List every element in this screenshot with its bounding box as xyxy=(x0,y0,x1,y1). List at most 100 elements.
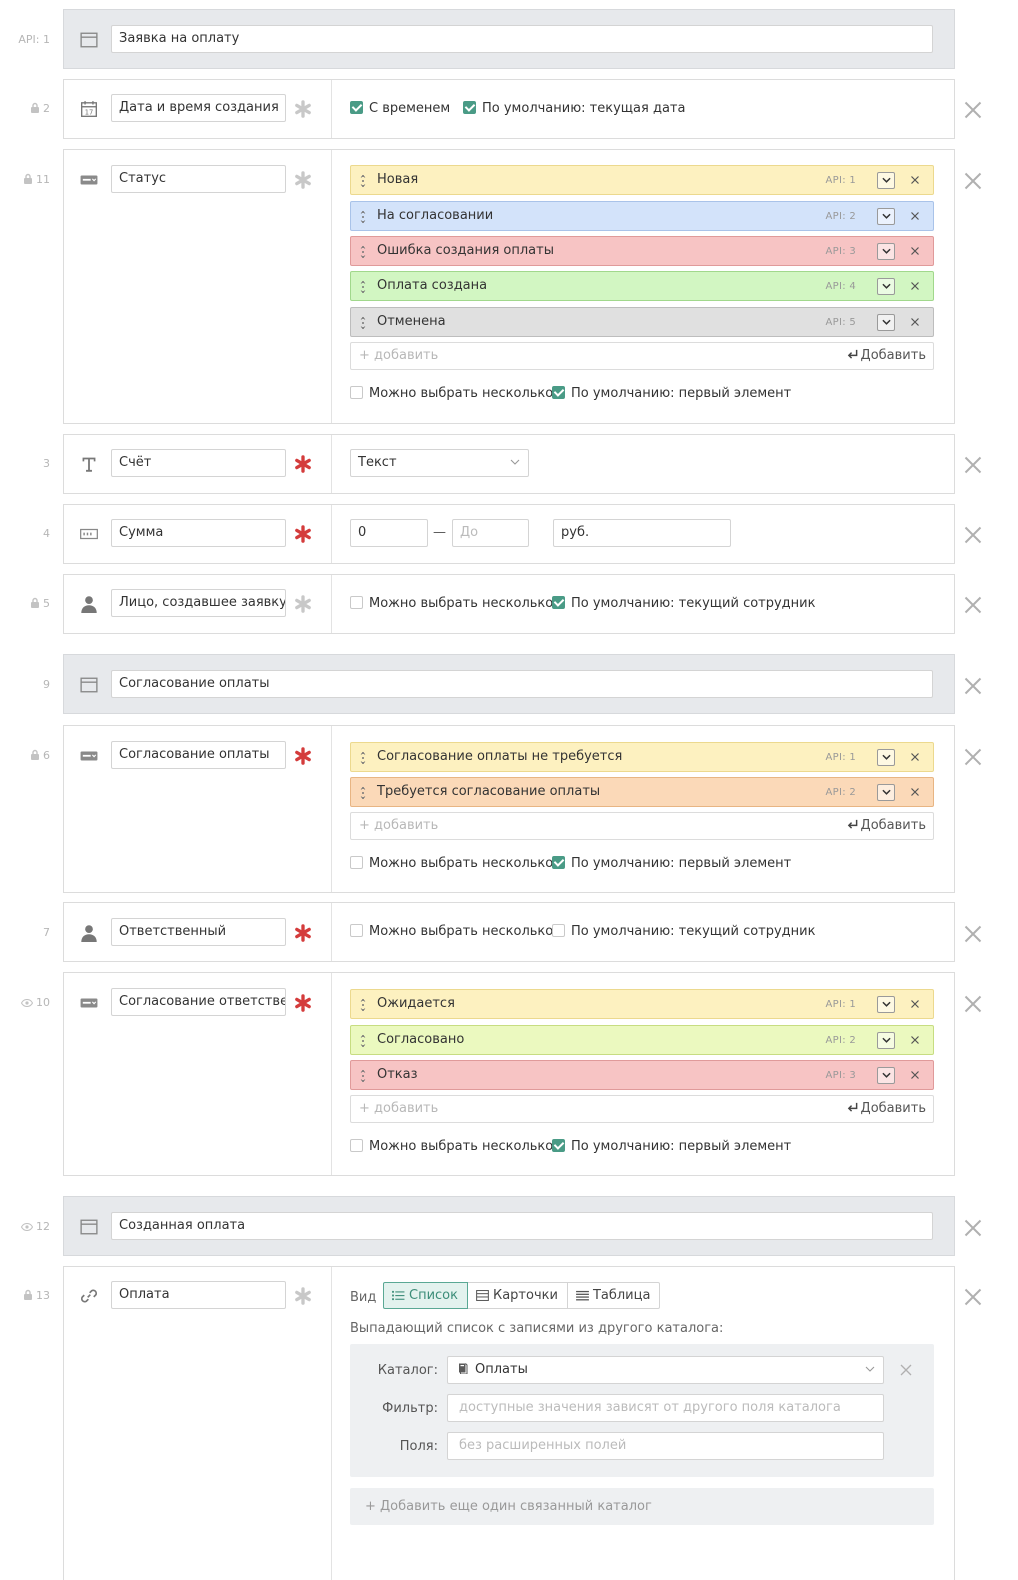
close-icon[interactable] xyxy=(964,748,982,766)
checkbox-unchecked[interactable] xyxy=(350,386,363,399)
checkbox-unchecked[interactable] xyxy=(350,1139,363,1152)
add-option-input[interactable]: + добавить xyxy=(359,813,438,839)
checkbox-checked[interactable] xyxy=(552,1139,565,1152)
close-icon[interactable] xyxy=(964,925,982,943)
field-name-input[interactable]: Согласование оплаты xyxy=(111,670,933,698)
close-icon[interactable] xyxy=(964,995,982,1013)
close-icon[interactable] xyxy=(964,596,982,614)
field-name-input[interactable]: Сумма xyxy=(111,519,286,547)
default-current-user-checkbox[interactable]: По умолчанию: текущий сотрудник xyxy=(552,596,815,612)
add-option-input[interactable]: + добавить xyxy=(359,343,438,369)
default-current-date-checkbox[interactable]: По умолчанию: текущая дата xyxy=(463,101,685,117)
option-row[interactable]: Оплата создана API: 4 xyxy=(350,271,934,301)
color-dropdown-button[interactable] xyxy=(877,314,895,331)
remove-option-icon[interactable] xyxy=(910,246,920,256)
drag-handle-icon[interactable] xyxy=(360,786,366,800)
filter-input[interactable]: доступные значения зависят от другого по… xyxy=(447,1394,884,1422)
required-asterisk-icon[interactable] xyxy=(294,455,312,473)
field-name-input[interactable]: Ответственный xyxy=(111,918,286,946)
required-asterisk-icon[interactable] xyxy=(294,525,312,543)
view-table-button[interactable]: Таблица xyxy=(566,1282,661,1309)
close-icon[interactable] xyxy=(964,172,982,190)
field-name-input[interactable]: Созданная оплата xyxy=(111,1212,933,1240)
view-cards-button[interactable]: Карточки xyxy=(466,1282,568,1309)
with-time-checkbox[interactable]: С временем xyxy=(350,101,450,117)
checkbox-unchecked[interactable] xyxy=(350,856,363,869)
drag-handle-icon[interactable] xyxy=(360,245,366,259)
field-name-input[interactable]: Согласование оплаты xyxy=(111,741,286,769)
option-row[interactable]: Согласование оплаты не требуется API: 1 xyxy=(350,742,934,772)
required-asterisk-icon[interactable] xyxy=(294,924,312,942)
color-dropdown-button[interactable] xyxy=(877,208,895,225)
catalog-select[interactable]: Оплаты xyxy=(447,1356,884,1384)
remove-option-icon[interactable] xyxy=(910,787,920,797)
checkbox-checked[interactable] xyxy=(552,596,565,609)
field-name-input[interactable]: Счёт xyxy=(111,449,286,477)
remove-option-icon[interactable] xyxy=(910,175,920,185)
required-asterisk-icon[interactable] xyxy=(294,747,312,765)
close-icon[interactable] xyxy=(964,1219,982,1237)
option-row[interactable]: Ошибка создания оплаты API: 3 xyxy=(350,236,934,266)
add-option-row[interactable]: + добавить Добавить xyxy=(350,1095,934,1123)
default-first-checkbox[interactable]: По умолчанию: первый элемент xyxy=(552,386,791,402)
view-list-button[interactable]: Список xyxy=(383,1282,468,1309)
close-icon[interactable] xyxy=(964,677,982,695)
add-option-row[interactable]: + добавить Добавить xyxy=(350,812,934,840)
optional-asterisk-icon[interactable] xyxy=(294,171,312,189)
multi-select-checkbox[interactable]: Можно выбрать несколько xyxy=(350,924,553,940)
add-option-row[interactable]: + добавить Добавить xyxy=(350,342,934,370)
fields-input[interactable]: без расширенных полей xyxy=(447,1432,884,1460)
drag-handle-icon[interactable] xyxy=(360,998,366,1012)
remove-option-icon[interactable] xyxy=(910,1035,920,1045)
remove-option-icon[interactable] xyxy=(910,317,920,327)
option-row[interactable]: Ожидается API: 1 xyxy=(350,989,934,1019)
remove-catalog-icon[interactable] xyxy=(900,1364,912,1376)
range-to-input[interactable]: До xyxy=(452,519,529,547)
checkbox-checked[interactable] xyxy=(552,386,565,399)
add-option-input[interactable]: + добавить xyxy=(359,1096,438,1122)
remove-option-icon[interactable] xyxy=(910,211,920,221)
add-option-button[interactable]: Добавить xyxy=(847,343,926,369)
checkbox-checked[interactable] xyxy=(463,101,476,114)
add-option-button[interactable]: Добавить xyxy=(847,813,926,839)
checkbox-checked[interactable] xyxy=(552,856,565,869)
field-name-input[interactable]: Статус xyxy=(111,165,286,193)
option-row[interactable]: Отказ API: 3 xyxy=(350,1060,934,1090)
drag-handle-icon[interactable] xyxy=(360,1069,366,1083)
drag-handle-icon[interactable] xyxy=(360,751,366,765)
default-first-checkbox[interactable]: По умолчанию: первый элемент xyxy=(552,1139,791,1155)
drag-handle-icon[interactable] xyxy=(360,210,366,224)
option-row[interactable]: Новая API: 1 xyxy=(350,165,934,195)
field-name-input[interactable]: Заявка на оплату xyxy=(111,25,933,53)
drag-handle-icon[interactable] xyxy=(360,316,366,330)
default-first-checkbox[interactable]: По умолчанию: первый элемент xyxy=(552,856,791,872)
color-dropdown-button[interactable] xyxy=(877,278,895,295)
close-icon[interactable] xyxy=(964,456,982,474)
color-dropdown-button[interactable] xyxy=(877,749,895,766)
range-from-input[interactable]: 0 xyxy=(350,519,428,547)
text-type-select[interactable]: Текст xyxy=(350,449,529,477)
option-row[interactable]: Отменена API: 5 xyxy=(350,307,934,337)
multi-select-checkbox[interactable]: Можно выбрать несколько xyxy=(350,1139,553,1155)
multi-select-checkbox[interactable]: Можно выбрать несколько xyxy=(350,596,553,612)
optional-asterisk-icon[interactable] xyxy=(294,1287,312,1305)
field-name-input[interactable]: Согласование ответственным xyxy=(111,988,286,1016)
close-icon[interactable] xyxy=(964,1288,982,1306)
close-icon[interactable] xyxy=(964,101,982,119)
color-dropdown-button[interactable] xyxy=(877,1032,895,1049)
field-name-input[interactable]: Дата и время создания xyxy=(111,94,286,122)
add-linked-catalog-button[interactable]: + Добавить еще один связанный каталог xyxy=(350,1488,934,1525)
remove-option-icon[interactable] xyxy=(910,1070,920,1080)
field-name-input[interactable]: Оплата xyxy=(111,1281,286,1309)
drag-handle-icon[interactable] xyxy=(360,280,366,294)
remove-option-icon[interactable] xyxy=(910,999,920,1009)
multi-select-checkbox[interactable]: Можно выбрать несколько xyxy=(350,386,553,402)
field-name-input[interactable]: Лицо, создавшее заявку xyxy=(111,589,286,617)
unit-input[interactable]: руб. xyxy=(553,519,731,547)
color-dropdown-button[interactable] xyxy=(877,996,895,1013)
add-option-button[interactable]: Добавить xyxy=(847,1096,926,1122)
drag-handle-icon[interactable] xyxy=(360,1034,366,1048)
option-row[interactable]: На согласовании API: 2 xyxy=(350,201,934,231)
color-dropdown-button[interactable] xyxy=(877,172,895,189)
remove-option-icon[interactable] xyxy=(910,752,920,762)
